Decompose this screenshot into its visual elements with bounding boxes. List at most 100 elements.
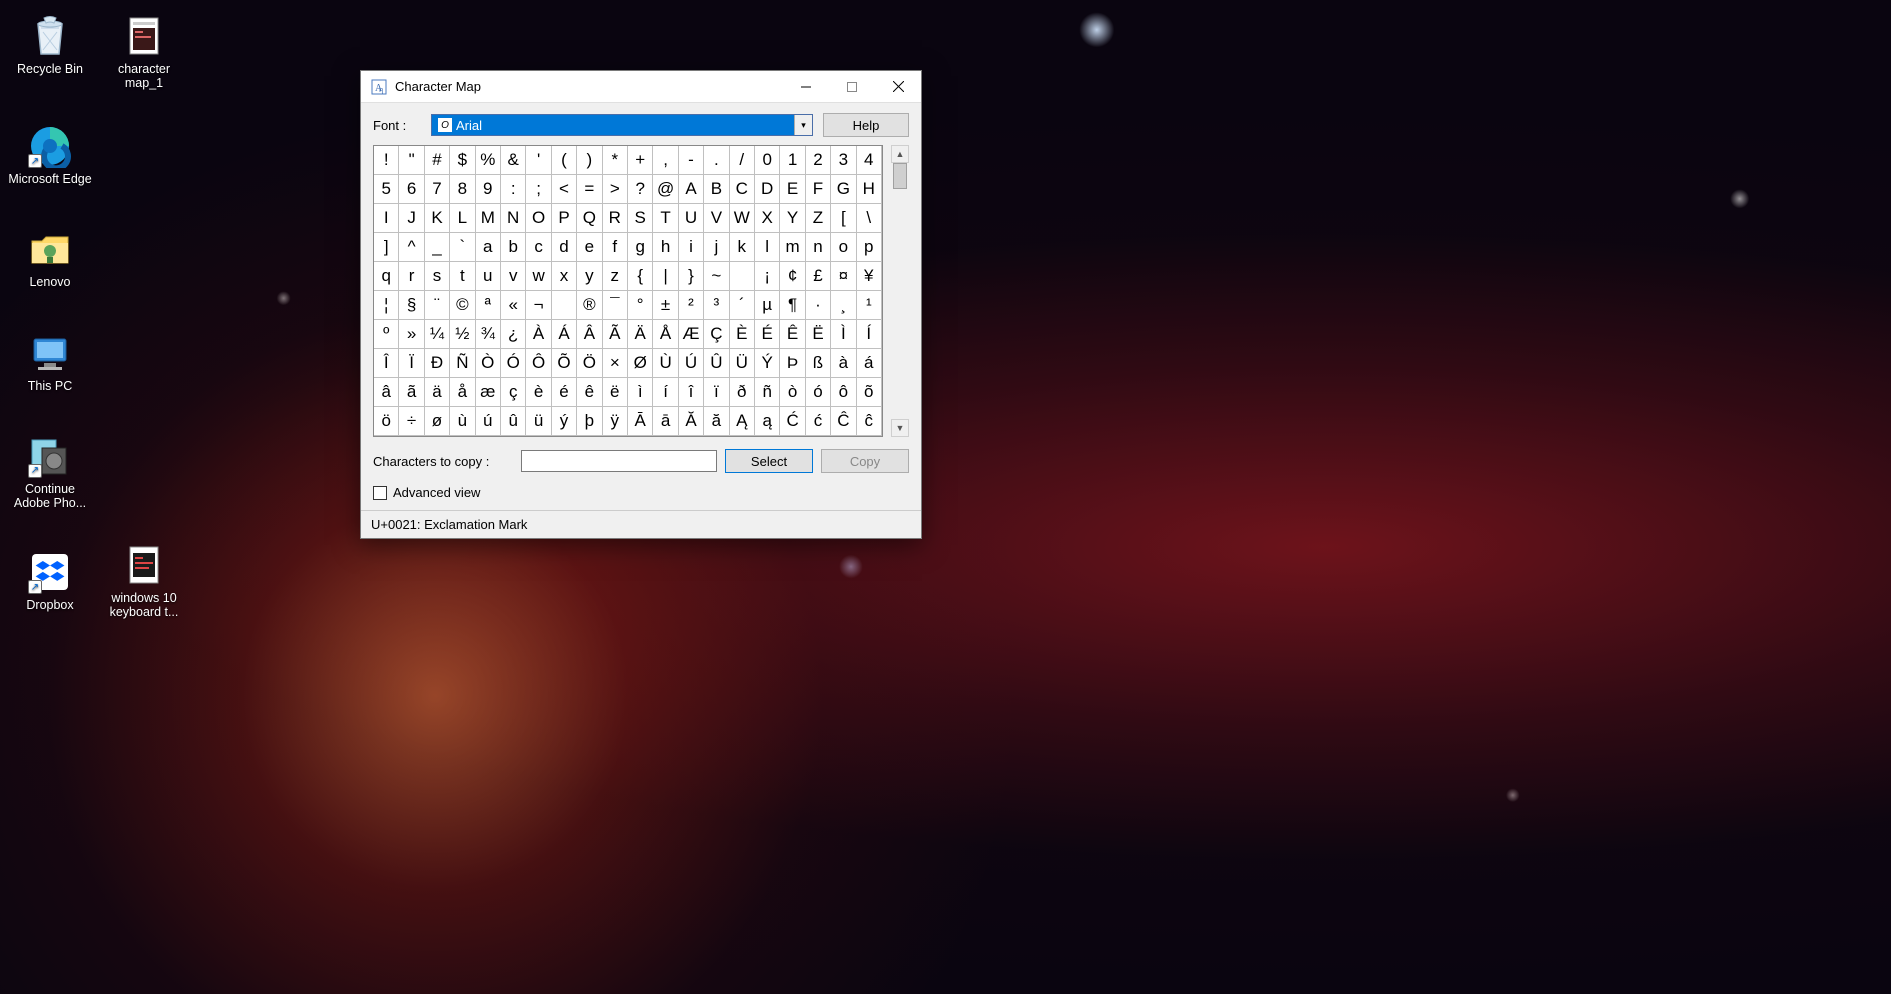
- char-cell[interactable]: L: [450, 204, 475, 233]
- char-cell[interactable]: &: [501, 146, 526, 175]
- char-cell[interactable]: ê: [577, 378, 602, 407]
- char-cell[interactable]: Ã: [603, 320, 628, 349]
- desktop-icon-recycle-bin[interactable]: Recycle Bin: [6, 8, 94, 78]
- char-cell[interactable]: À: [526, 320, 551, 349]
- characters-to-copy-input[interactable]: [521, 450, 717, 472]
- char-cell[interactable]: `: [450, 233, 475, 262]
- char-cell[interactable]: ­: [552, 291, 577, 320]
- char-cell[interactable]: /: [730, 146, 755, 175]
- char-cell[interactable]: ÷: [399, 407, 424, 436]
- grid-scrollbar[interactable]: ▲ ▼: [891, 145, 909, 437]
- char-cell[interactable]: v: [501, 262, 526, 291]
- char-cell[interactable]: Ð: [425, 349, 450, 378]
- char-cell[interactable]: V: [704, 204, 729, 233]
- char-cell[interactable]: l: [755, 233, 780, 262]
- char-cell[interactable]: K: [425, 204, 450, 233]
- char-cell[interactable]: ò: [780, 378, 805, 407]
- char-cell[interactable]: c: [526, 233, 551, 262]
- char-cell[interactable]: ì: [628, 378, 653, 407]
- char-cell[interactable]: 3: [831, 146, 856, 175]
- char-cell[interactable]: É: [755, 320, 780, 349]
- char-cell[interactable]: ¥: [857, 262, 882, 291]
- char-cell[interactable]: F: [806, 175, 831, 204]
- char-cell[interactable]: û: [501, 407, 526, 436]
- char-cell[interactable]: I: [374, 204, 399, 233]
- char-cell[interactable]: ć: [806, 407, 831, 436]
- char-cell[interactable]: s: [425, 262, 450, 291]
- char-cell[interactable]: ¨: [425, 291, 450, 320]
- char-cell[interactable]: }: [679, 262, 704, 291]
- char-cell[interactable]: Õ: [552, 349, 577, 378]
- char-cell[interactable]: Y: [780, 204, 805, 233]
- char-cell[interactable]: ð: [730, 378, 755, 407]
- char-cell[interactable]: u: [476, 262, 501, 291]
- char-cell[interactable]: °: [628, 291, 653, 320]
- char-cell[interactable]: ¤: [831, 262, 856, 291]
- char-cell[interactable]: ¸: [831, 291, 856, 320]
- minimize-button[interactable]: [783, 71, 829, 103]
- copy-button[interactable]: Copy: [821, 449, 909, 473]
- char-cell[interactable]: Ù: [653, 349, 678, 378]
- char-cell[interactable]: §: [399, 291, 424, 320]
- char-cell[interactable]: @: [653, 175, 678, 204]
- char-cell[interactable]: f: [603, 233, 628, 262]
- char-cell[interactable]: ,: [653, 146, 678, 175]
- char-cell[interactable]: ~: [704, 262, 729, 291]
- char-cell[interactable]: P: [552, 204, 577, 233]
- maximize-button[interactable]: [829, 71, 875, 103]
- char-cell[interactable]: +: [628, 146, 653, 175]
- char-cell[interactable]: 4: [857, 146, 882, 175]
- char-cell[interactable]: #: [425, 146, 450, 175]
- char-cell[interactable]: i: [679, 233, 704, 262]
- advanced-view-checkbox[interactable]: [373, 486, 387, 500]
- char-cell[interactable]: [730, 262, 755, 291]
- char-cell[interactable]: «: [501, 291, 526, 320]
- desktop-icon-this-pc[interactable]: This PC: [6, 325, 94, 395]
- char-cell[interactable]: Ø: [628, 349, 653, 378]
- char-cell[interactable]: Ñ: [450, 349, 475, 378]
- char-cell[interactable]: (: [552, 146, 577, 175]
- char-cell[interactable]: ): [577, 146, 602, 175]
- char-cell[interactable]: S: [628, 204, 653, 233]
- char-cell[interactable]: Ü: [730, 349, 755, 378]
- char-cell[interactable]: U: [679, 204, 704, 233]
- char-cell[interactable]: ç: [501, 378, 526, 407]
- char-cell[interactable]: ¿: [501, 320, 526, 349]
- char-cell[interactable]: Ì: [831, 320, 856, 349]
- char-cell[interactable]: ó: [806, 378, 831, 407]
- char-cell[interactable]: .: [704, 146, 729, 175]
- char-cell[interactable]: ¼: [425, 320, 450, 349]
- scroll-up-icon[interactable]: ▲: [891, 145, 909, 163]
- char-cell[interactable]: !: [374, 146, 399, 175]
- char-cell[interactable]: T: [653, 204, 678, 233]
- char-cell[interactable]: g: [628, 233, 653, 262]
- char-cell[interactable]: _: [425, 233, 450, 262]
- char-cell[interactable]: Ö: [577, 349, 602, 378]
- select-button[interactable]: Select: [725, 449, 813, 473]
- desktop-icon-lenovo[interactable]: Lenovo: [6, 221, 94, 291]
- char-cell[interactable]: o: [831, 233, 856, 262]
- char-cell[interactable]: Ĉ: [831, 407, 856, 436]
- desktop-icon-edge[interactable]: ↗ Microsoft Edge: [6, 118, 94, 188]
- char-cell[interactable]: ô: [831, 378, 856, 407]
- char-cell[interactable]: ³: [704, 291, 729, 320]
- char-cell[interactable]: 8: [450, 175, 475, 204]
- char-cell[interactable]: é: [552, 378, 577, 407]
- char-cell[interactable]: ö: [374, 407, 399, 436]
- char-cell[interactable]: 5: [374, 175, 399, 204]
- char-cell[interactable]: Ä: [628, 320, 653, 349]
- char-cell[interactable]: h: [653, 233, 678, 262]
- char-cell[interactable]: å: [450, 378, 475, 407]
- help-button[interactable]: Help: [823, 113, 909, 137]
- char-cell[interactable]: º: [374, 320, 399, 349]
- scroll-thumb[interactable]: [893, 163, 907, 189]
- char-cell[interactable]: =: [577, 175, 602, 204]
- char-cell[interactable]: ¾: [476, 320, 501, 349]
- char-cell[interactable]: ¯: [603, 291, 628, 320]
- character-grid[interactable]: !"#$%&'()*+,-./0123456789:;<=>?@ABCDEFGH…: [373, 145, 883, 437]
- char-cell[interactable]: ą: [755, 407, 780, 436]
- char-cell[interactable]: 0: [755, 146, 780, 175]
- char-cell[interactable]: Ê: [780, 320, 805, 349]
- char-cell[interactable]: ¢: [780, 262, 805, 291]
- char-cell[interactable]: È: [730, 320, 755, 349]
